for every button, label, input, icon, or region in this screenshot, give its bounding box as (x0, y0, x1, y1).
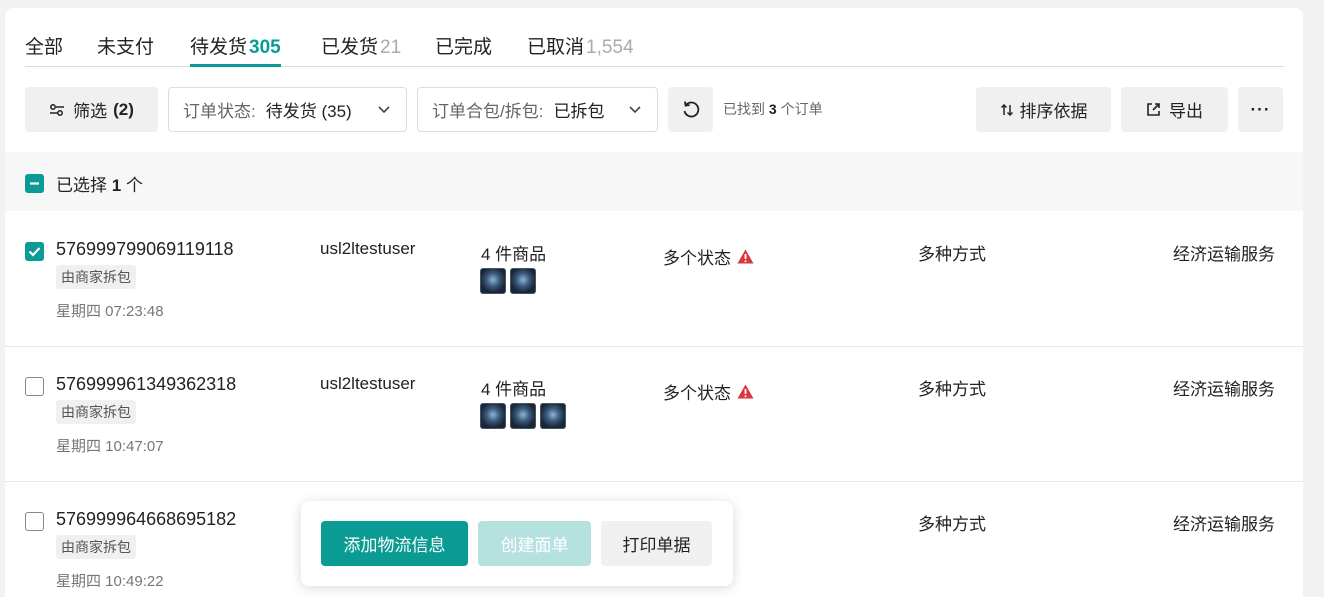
product-thumbnails (480, 268, 536, 294)
row-checkbox[interactable] (25, 512, 44, 531)
chevron-down-icon (376, 101, 392, 117)
tab-completed[interactable]: 已完成 (435, 32, 492, 67)
select-all-checkbox[interactable] (25, 174, 44, 193)
tab-label: 未支付 (97, 37, 155, 58)
sort-button[interactable]: 排序依据 (976, 87, 1111, 132)
row-checkbox[interactable] (25, 377, 44, 396)
export-label: 导出 (1169, 102, 1203, 121)
shipping-method: 多种方式 (918, 515, 986, 534)
buyer-username: usl2ltestuser (320, 239, 416, 258)
split-tag: 由商家拆包 (56, 535, 136, 559)
order-id[interactable]: 576999799069119118 (56, 239, 234, 260)
product-image[interactable] (510, 268, 536, 294)
export-button[interactable]: 导出 (1121, 87, 1228, 132)
pack-split-select[interactable]: 订单合包/拆包: 已拆包 (417, 87, 658, 132)
tab-label: 已发货 (321, 37, 379, 58)
tab-label: 待发货 (190, 37, 248, 58)
tab-label: 已取消 (527, 37, 585, 58)
item-count: 4 件商品 (481, 380, 547, 399)
tab-label: 已完成 (435, 37, 493, 58)
row-checkbox[interactable] (25, 242, 44, 261)
order-time: 星期四 10:47:07 (56, 438, 164, 455)
product-image[interactable] (480, 403, 506, 429)
results-count: 已找到 3 个订单 (723, 99, 823, 119)
selection-prefix: 已选择 (56, 176, 107, 195)
selection-count: 1 (111, 176, 122, 195)
shipping-service: 经济运输服务 (1173, 245, 1275, 264)
tab-count: 305 (249, 37, 281, 58)
sort-label: 排序依据 (1019, 102, 1088, 121)
filter-label: 筛选 (73, 102, 108, 121)
reset-button[interactable] (668, 87, 713, 132)
order-time: 星期四 07:23:48 (56, 303, 164, 320)
item-count: 4 件商品 (481, 245, 547, 264)
chevron-down-icon (627, 101, 643, 117)
table-row[interactable]: 576999799069119118 由商家拆包 星期四 07:23:48 us… (5, 212, 1303, 347)
order-status-select[interactable]: 订单状态: 待发货 (35) (168, 87, 407, 132)
warning-icon[interactable] (737, 384, 754, 399)
pack-split-key: 订单合包/拆包: (432, 102, 544, 121)
reset-icon (681, 100, 701, 120)
order-id[interactable]: 576999961349362318 (56, 374, 236, 395)
print-documents-button[interactable]: 打印单据 (601, 521, 712, 566)
more-button[interactable]: ··· (1238, 87, 1283, 132)
order-tabs: 全部 未支付 待发货 305 已发货 21 已完成 已取消 1,554 (25, 8, 1284, 67)
tab-to-ship[interactable]: 待发货 305 (190, 32, 281, 67)
pack-split-value: 已拆包 (553, 102, 605, 121)
table-row[interactable]: 576999961349362318 由商家拆包 星期四 10:47:07 us… (5, 347, 1303, 482)
warning-icon[interactable] (737, 249, 754, 264)
results-number: 3 (768, 101, 777, 117)
tab-all[interactable]: 全部 (25, 32, 63, 67)
shipping-service: 经济运输服务 (1173, 515, 1275, 534)
tab-cancelled[interactable]: 已取消 1,554 (527, 32, 634, 67)
tab-unpaid[interactable]: 未支付 (97, 32, 154, 67)
product-image[interactable] (480, 268, 506, 294)
buyer-username: usl2ltestuser (320, 374, 416, 393)
filter-button[interactable]: 筛选 (2) (25, 87, 158, 132)
order-id[interactable]: 576999964668695182 (56, 509, 236, 530)
product-image[interactable] (510, 403, 536, 429)
sort-icon (1000, 103, 1014, 117)
selection-suffix: 个 (125, 176, 143, 195)
shipping-method: 多种方式 (918, 380, 986, 399)
split-tag: 由商家拆包 (56, 400, 136, 424)
status-text: 多个状态 (663, 249, 731, 268)
tab-count: 21 (380, 37, 402, 58)
results-prefix: 已找到 (723, 101, 765, 117)
split-tag: 由商家拆包 (56, 265, 136, 289)
filter-icon (49, 103, 65, 117)
tab-count: 1,554 (586, 37, 634, 58)
shipping-service: 经济运输服务 (1173, 380, 1275, 399)
order-status: 多个状态 (663, 379, 754, 404)
tab-label: 全部 (25, 37, 64, 58)
filter-count: (2) (113, 99, 134, 119)
selection-text: 已选择 1 个 (56, 171, 143, 196)
bulk-action-bar: 添加物流信息 创建面单 打印单据 (301, 501, 733, 586)
tab-shipped[interactable]: 已发货 21 (321, 32, 401, 67)
order-time: 星期四 10:49:22 (56, 573, 164, 590)
order-status: 多个状态 (663, 244, 754, 269)
create-label-button[interactable]: 创建面单 (478, 521, 591, 566)
product-image[interactable] (540, 403, 566, 429)
order-status-value: 待发货 (35) (265, 102, 352, 121)
product-thumbnails (480, 403, 566, 429)
results-suffix: 个订单 (780, 101, 823, 117)
more-icon: ··· (1250, 99, 1271, 119)
shipping-method: 多种方式 (918, 245, 986, 264)
add-logistics-button[interactable]: 添加物流信息 (321, 521, 468, 566)
status-text: 多个状态 (663, 384, 731, 403)
selection-bar: 已选择 1 个 (5, 152, 1303, 211)
external-link-icon (1146, 102, 1161, 117)
order-status-key: 订单状态: (183, 102, 256, 121)
